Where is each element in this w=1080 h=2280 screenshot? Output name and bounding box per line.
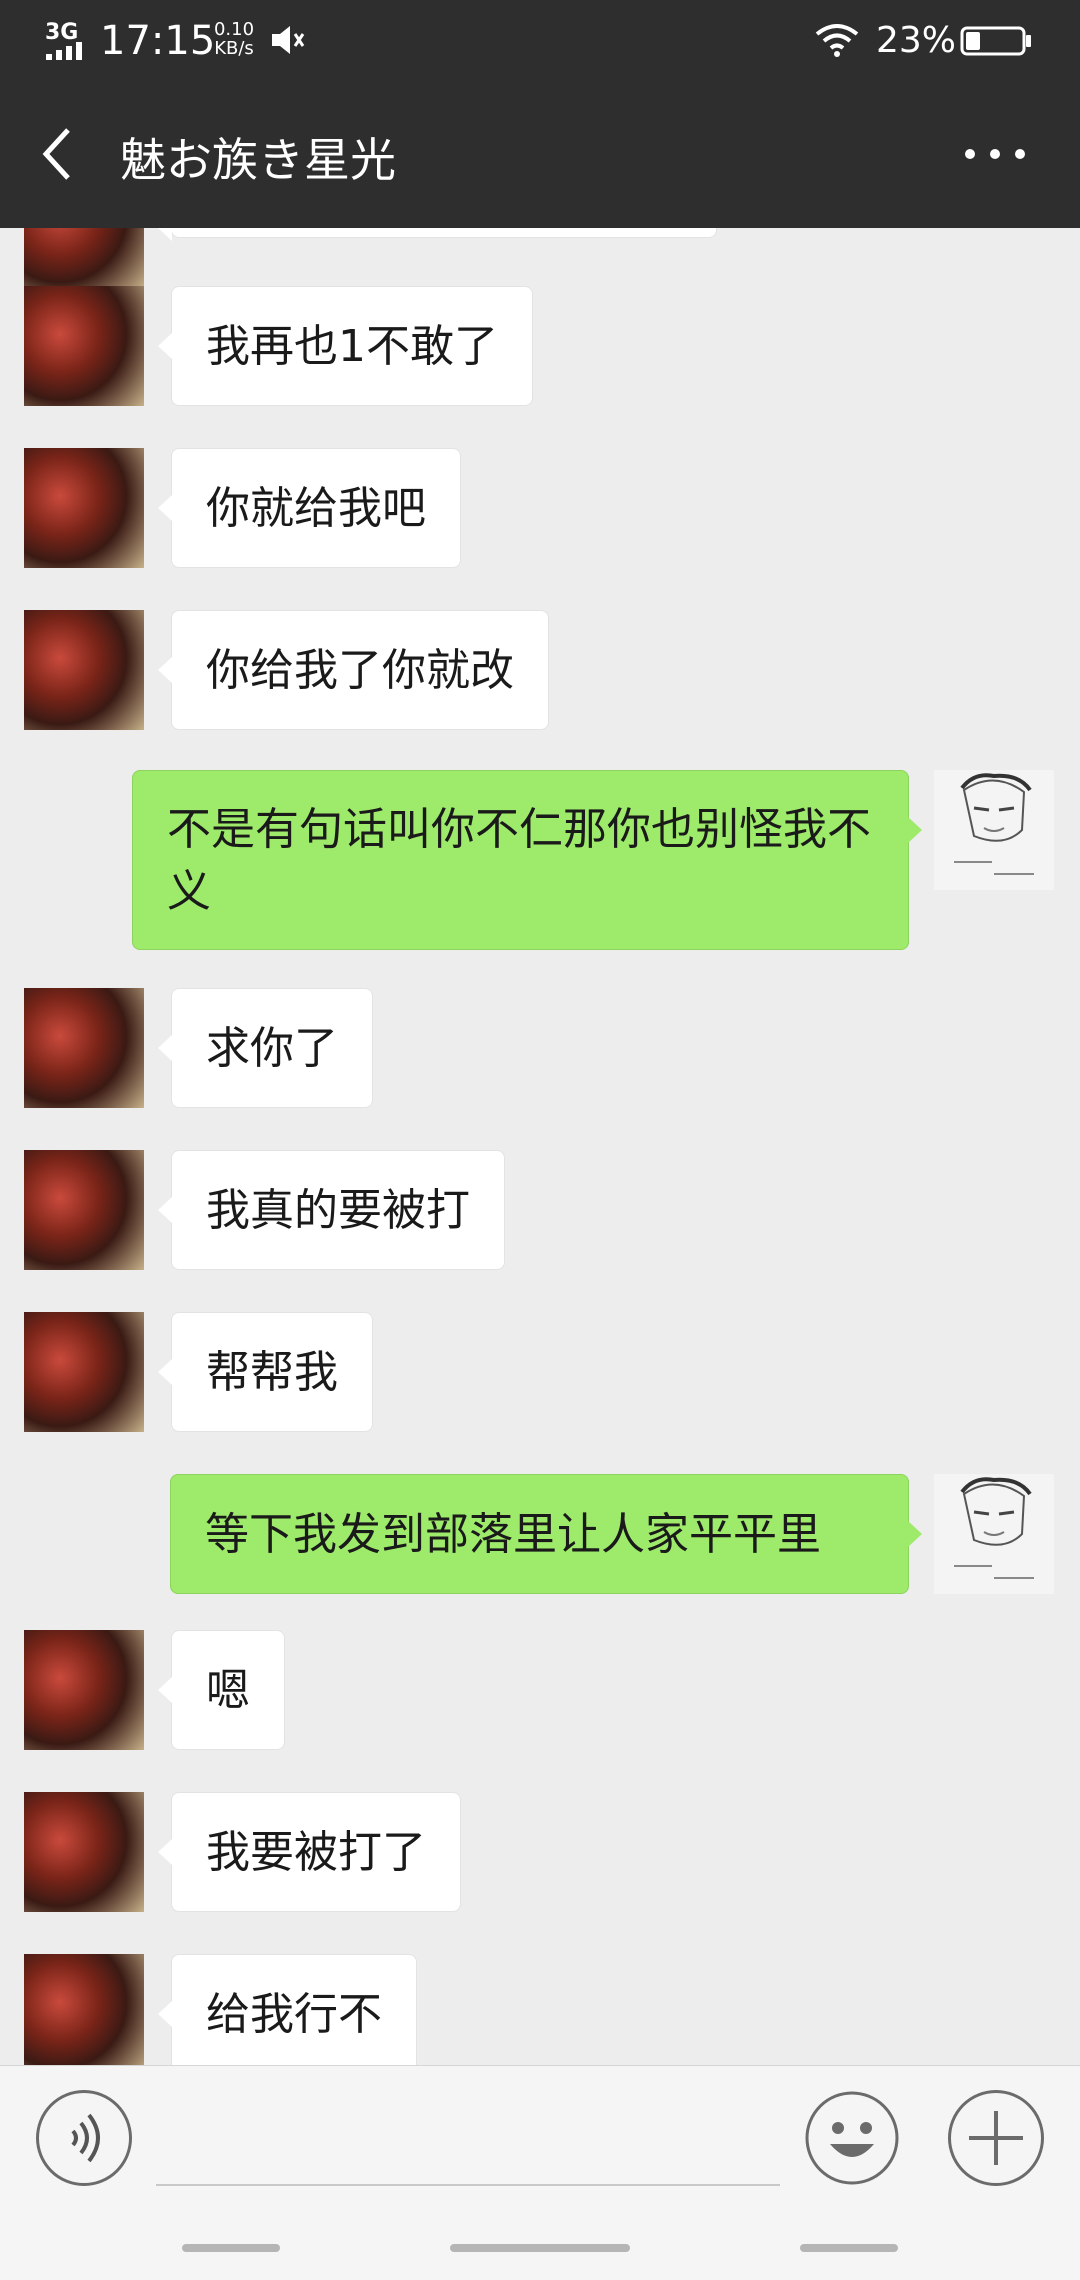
signal-icon xyxy=(46,42,82,60)
network-speed: 0.10 KB/s xyxy=(210,20,258,58)
user-avatar[interactable] xyxy=(934,1474,1054,1594)
contact-avatar[interactable] xyxy=(24,286,144,406)
contact-avatar[interactable] xyxy=(24,1150,144,1270)
incoming-message[interactable]: 求你了 xyxy=(158,988,373,1108)
emoji-icon[interactable] xyxy=(804,2090,900,2186)
incoming-message[interactable]: 你给我了你就改 xyxy=(158,610,549,730)
contact-avatar[interactable] xyxy=(24,610,144,730)
status-bar: 3G 17:15 0.10 KB/s 23% xyxy=(0,0,1080,80)
clock: 17:15 xyxy=(100,18,216,64)
more-dots-icon[interactable] xyxy=(960,134,1030,174)
speed-value: 0.10 xyxy=(213,19,255,40)
input-bar xyxy=(0,2065,1080,2280)
mute-icon xyxy=(272,26,305,54)
contact-avatar[interactable] xyxy=(24,448,144,568)
message-list[interactable]: 我再也1不敢了 你就给我吧 你给我了你就改 不是有句话叫你不仁那你也别怪我不义 … xyxy=(0,228,1080,2065)
contact-avatar[interactable] xyxy=(24,988,144,1108)
speed-unit: KB/s xyxy=(214,38,254,59)
contact-avatar[interactable] xyxy=(24,1954,144,2065)
user-avatar[interactable] xyxy=(934,770,1054,890)
battery-icon xyxy=(960,26,1031,56)
plus-icon[interactable] xyxy=(948,2090,1044,2186)
incoming-message[interactable]: 我真的要被打 xyxy=(158,1150,505,1270)
nav-bar-left[interactable] xyxy=(182,2244,280,2252)
sketch-portrait-icon xyxy=(954,773,1034,875)
incoming-message[interactable]: 帮帮我 xyxy=(158,1312,373,1432)
incoming-message[interactable]: 给我行不 xyxy=(158,1954,417,2065)
outgoing-message[interactable]: 不是有句话叫你不仁那你也别怪我不义 xyxy=(132,770,922,950)
incoming-message[interactable]: 你就给我吧 xyxy=(158,448,461,568)
contact-avatar[interactable] xyxy=(24,1792,144,1912)
battery-percent: 23% xyxy=(876,20,957,61)
outgoing-message[interactable]: 等下我发到部落里让人家平平里 xyxy=(170,1474,922,1594)
message-bubble-partial xyxy=(158,228,717,241)
wifi-icon xyxy=(815,24,859,57)
contact-avatar[interactable] xyxy=(24,1312,144,1432)
chevron-left-icon[interactable] xyxy=(34,124,84,184)
nav-bar-home[interactable] xyxy=(450,2244,630,2252)
contact-avatar[interactable] xyxy=(24,228,144,288)
chat-header: 魅お族き星光 xyxy=(0,80,1080,228)
voice-icon[interactable] xyxy=(36,2090,132,2186)
contact-avatar[interactable] xyxy=(24,1630,144,1750)
incoming-message[interactable]: 我再也1不敢了 xyxy=(158,286,533,406)
nav-bar-right[interactable] xyxy=(800,2244,898,2252)
incoming-message[interactable]: 我要被打了 xyxy=(158,1792,461,1912)
incoming-message[interactable]: 嗯 xyxy=(158,1630,285,1750)
message-input[interactable] xyxy=(156,2090,780,2186)
chat-title: 魅お族き星光 xyxy=(120,133,396,187)
sketch-portrait-icon xyxy=(954,1477,1034,1579)
